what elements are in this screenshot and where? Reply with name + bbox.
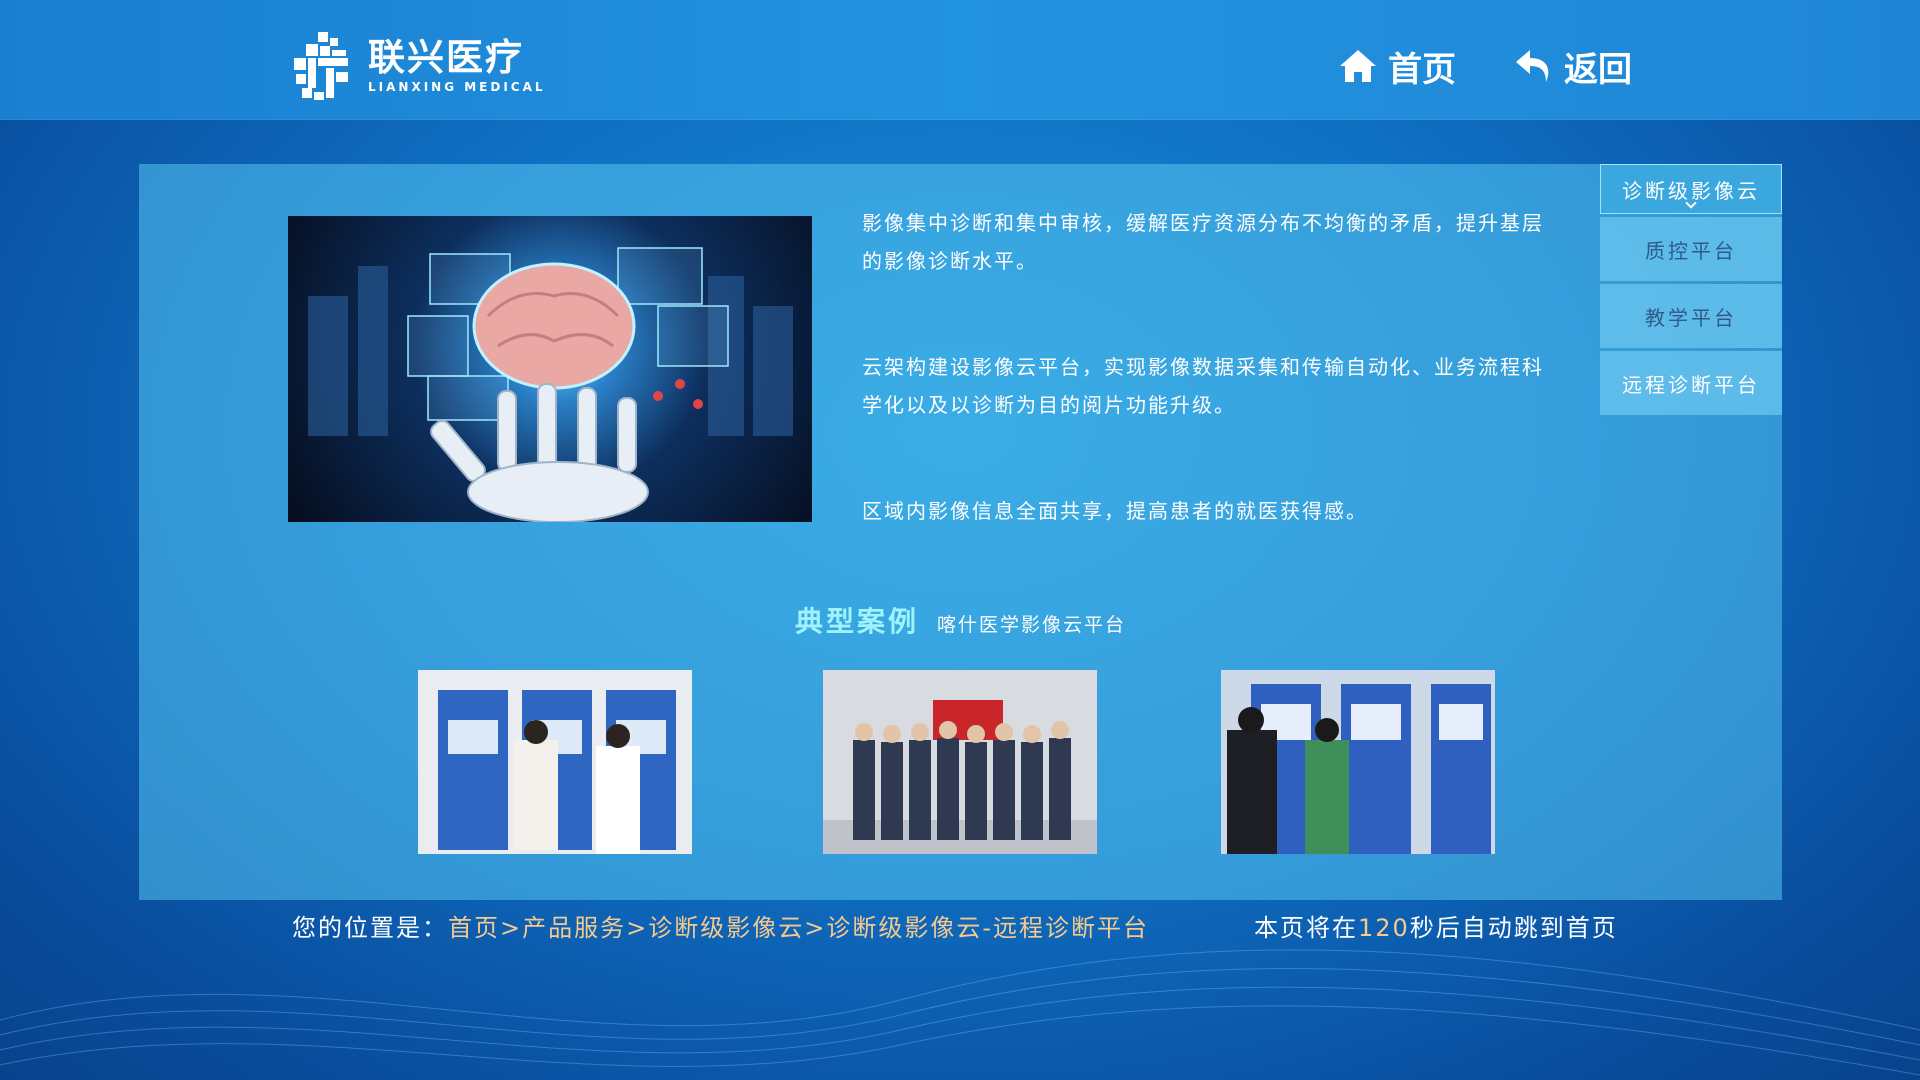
description-centralized-diagnosis: 影像集中诊断和集中审核，缓解医疗资源分布不均衡的矛盾，提升基层的影像诊断水平。 (862, 211, 1544, 273)
side-item-diagnostic-imaging-cloud[interactable]: 诊断级影像云 (1600, 164, 1782, 214)
case-subtitle: 喀什医学影像云平台 (937, 614, 1127, 636)
home-label: 首页 (1388, 49, 1456, 90)
location-breadcrumb: 您的位置是： 首页>产品服务>诊断级影像云>诊断级影像云-远程诊断平台 (292, 908, 1149, 943)
redirect-prefix: 本页将在 (1254, 914, 1358, 942)
redirect-countdown: 120 (1358, 914, 1410, 942)
side-item-label: 教学平台 (1645, 305, 1737, 330)
case-photo-group[interactable] (823, 670, 1097, 854)
logo-name-en: LIANXING MEDICAL (368, 80, 546, 94)
home-button[interactable]: 首页 (1338, 44, 1456, 90)
redirect-suffix: 秒后自动跳到首页 (1409, 914, 1618, 942)
logo-mark-icon (294, 32, 348, 100)
description-cloud-architecture: 云架构建设影像云平台，实现影像数据采集和传输自动化、业务流程科学化以及以诊断为目… (862, 355, 1544, 417)
home-icon (1340, 50, 1376, 82)
case-photo-kiosk-users[interactable] (1221, 670, 1495, 854)
typical-case-heading: 典型案例 喀什医学影像云平台 (795, 600, 1126, 640)
case-title: 典型案例 (795, 605, 920, 638)
auto-redirect-notice: 本页将在120秒后自动跳到首页 (1254, 908, 1618, 943)
top-header: 联兴医疗 LIANXING MEDICAL 首页 返回 (0, 0, 1920, 120)
back-label: 返回 (1564, 49, 1632, 90)
breadcrumb-path[interactable]: 首页>产品服务>诊断级影像云>诊断级影像云-远程诊断平台 (448, 908, 1149, 943)
side-item-label: 远程诊断平台 (1622, 372, 1760, 397)
side-item-quality-control[interactable]: 质控平台 (1600, 217, 1782, 281)
location-label: 您的位置是： (292, 914, 448, 942)
ai-brain-illustration (288, 216, 812, 522)
side-item-label: 质控平台 (1645, 238, 1737, 263)
brand-logo[interactable]: 联兴医疗 LIANXING MEDICAL (288, 30, 546, 102)
side-item-teaching-platform[interactable]: 教学平台 (1600, 284, 1782, 348)
case-photo-kiosks[interactable] (418, 670, 692, 854)
side-menu: 诊断级影像云 质控平台 教学平台 远程诊断平台 (1600, 164, 1782, 418)
back-arrow-icon (1516, 50, 1549, 82)
side-item-label: 诊断级影像云 (1622, 178, 1760, 203)
description-regional-sharing: 区域内影像信息全面共享，提高患者的就医获得感。 (862, 499, 1368, 523)
logo-name-cn: 联兴医疗 (368, 36, 524, 79)
side-item-remote-diagnosis[interactable]: 远程诊断平台 (1600, 351, 1782, 415)
back-button[interactable]: 返回 (1514, 44, 1632, 90)
